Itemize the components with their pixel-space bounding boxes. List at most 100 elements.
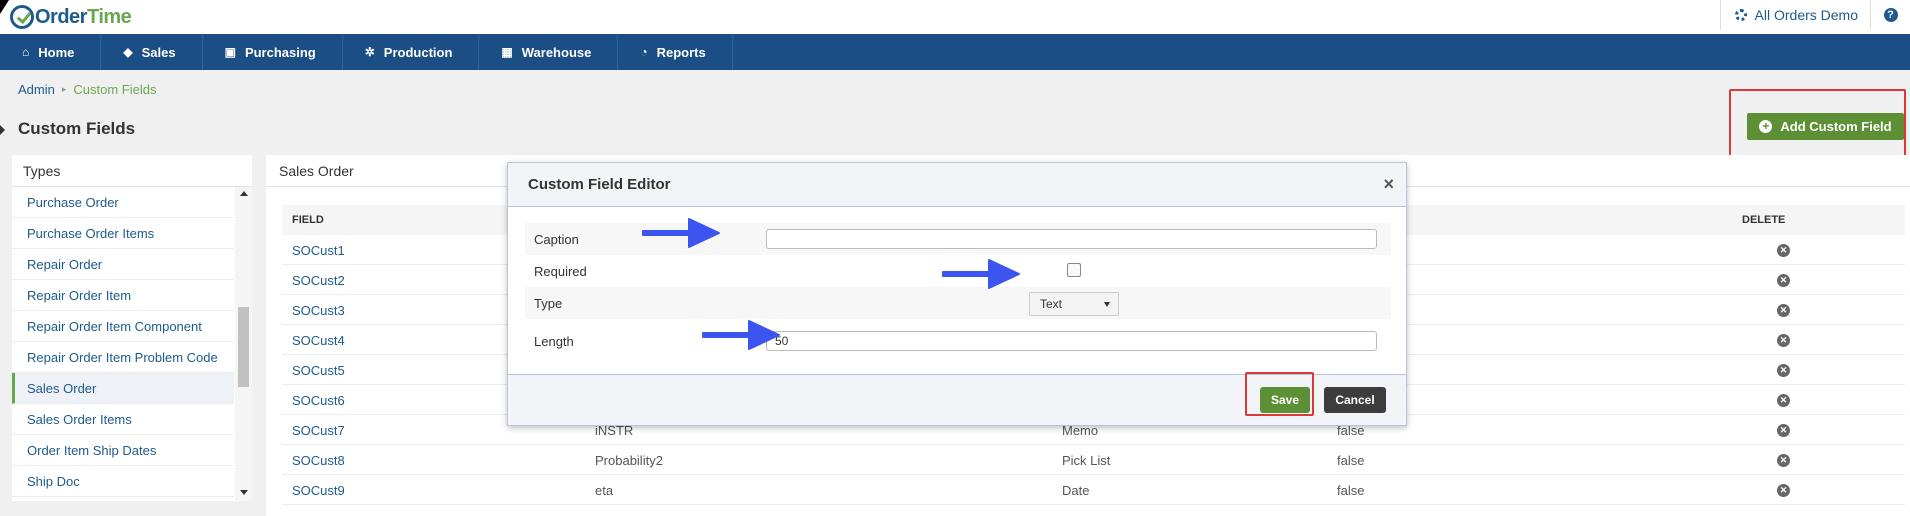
- gear-icon: [1734, 9, 1747, 21]
- custom-field-editor-modal: Custom Field Editor × Caption Required T…: [507, 162, 1407, 426]
- types-panel: Types Purchase Order Purchase Order Item…: [12, 155, 252, 501]
- cart-icon: ▣: [224, 45, 236, 59]
- top-bar: Order Time All Orders Demo ?: [0, 0, 1910, 34]
- field-link[interactable]: SOCust3: [292, 295, 345, 325]
- type-cell: Date: [1062, 482, 1090, 498]
- field-link[interactable]: SOCust1: [292, 235, 345, 265]
- length-input[interactable]: [766, 331, 1377, 351]
- gears-icon: ✲: [364, 45, 375, 59]
- field-link[interactable]: SOCust8: [292, 445, 345, 475]
- delete-row-button[interactable]: ✕: [1777, 235, 1790, 265]
- pie-chart-icon: ◔: [640, 45, 648, 59]
- type-item[interactable]: Purchase Order: [12, 187, 234, 218]
- cancel-button[interactable]: Cancel: [1324, 387, 1386, 413]
- delete-row-button[interactable]: ✕: [1777, 325, 1790, 355]
- nav-production[interactable]: ✲ Production: [343, 34, 480, 70]
- field-link[interactable]: SOCust4: [292, 325, 345, 355]
- help-button[interactable]: ?: [1870, 0, 1910, 30]
- breadcrumb-separator-icon: ▸: [61, 84, 67, 94]
- type-item[interactable]: Repair Order Item Component: [12, 311, 234, 342]
- ordertime-logo[interactable]: Order Time: [10, 3, 132, 31]
- caption-input[interactable]: [766, 229, 1377, 249]
- type-item-selected[interactable]: Sales Order: [12, 373, 234, 404]
- delete-row-button[interactable]: ✕: [1777, 385, 1790, 415]
- caption-cell: eta: [595, 482, 614, 498]
- save-button[interactable]: Save: [1260, 387, 1310, 413]
- type-item[interactable]: Ship Doc: [12, 466, 234, 497]
- nav-sales[interactable]: ◆ Sales: [101, 34, 203, 70]
- close-icon[interactable]: ×: [1383, 175, 1394, 193]
- breadcrumb-current: Custom Fields: [73, 82, 157, 97]
- nav-purchasing[interactable]: ▣ Purchasing: [203, 34, 343, 70]
- required-checkbox[interactable]: [1067, 263, 1081, 277]
- company-menu[interactable]: All Orders Demo: [1719, 0, 1858, 30]
- type-label: Type: [534, 295, 563, 311]
- delete-icon: ✕: [1777, 243, 1790, 257]
- home-icon: ⌂: [22, 45, 30, 59]
- breadcrumb: Admin ▸ Custom Fields: [18, 82, 156, 97]
- nav-warehouse[interactable]: ▦ Warehouse: [479, 34, 619, 70]
- column-delete: DELETE: [1742, 214, 1786, 226]
- type-row: Type Text: [525, 287, 1391, 319]
- type-item[interactable]: Purchase Order Items: [12, 218, 234, 249]
- tag-icon: ◆: [123, 45, 133, 59]
- annotation-arrow-icon: [942, 259, 1020, 289]
- type-item[interactable]: Repair Order Item Problem Code: [12, 342, 234, 373]
- scroll-thumb[interactable]: [238, 307, 249, 387]
- logo-check-icon: [10, 5, 34, 29]
- field-link[interactable]: SOCust7: [292, 415, 345, 445]
- type-item[interactable]: Sales Order Items: [12, 404, 234, 435]
- modal-footer: Save Cancel: [508, 374, 1406, 425]
- delete-icon: ✕: [1777, 363, 1790, 377]
- types-list: Purchase Order Purchase Order Items Repa…: [12, 187, 234, 501]
- chevron-down-icon: [1104, 302, 1110, 307]
- page-title: Custom Fields: [18, 119, 136, 138]
- main-nav: ⌂ Home ◆ Sales ▣ Purchasing ✲ Production ▦ Wa…: [0, 34, 1910, 70]
- types-scrollbar[interactable]: [235, 187, 252, 501]
- field-link[interactable]: SOCust6: [292, 385, 345, 415]
- delete-row-button[interactable]: ✕: [1777, 415, 1790, 445]
- delete-icon: ✕: [1777, 423, 1790, 437]
- scroll-up-icon[interactable]: [240, 191, 248, 196]
- company-name: All Orders Demo: [1754, 7, 1858, 23]
- table-row: SOCust9 eta Date false ✕: [282, 475, 1905, 505]
- modal-header: Custom Field Editor ×: [508, 163, 1406, 207]
- types-header: Types: [12, 155, 252, 187]
- required-label: Required: [534, 263, 587, 279]
- modal-title: Custom Field Editor: [528, 176, 671, 193]
- delete-icon: ✕: [1777, 303, 1790, 317]
- type-item[interactable]: Order Item Ship Dates: [12, 435, 234, 466]
- breadcrumb-admin[interactable]: Admin: [18, 82, 55, 97]
- delete-row-button[interactable]: ✕: [1777, 265, 1790, 295]
- sidebar-toggle-icon[interactable]: [0, 125, 5, 135]
- caption-label: Caption: [534, 231, 579, 247]
- help-icon: ?: [1883, 8, 1898, 22]
- delete-row-button[interactable]: ✕: [1777, 355, 1790, 385]
- delete-row-button[interactable]: ✕: [1777, 295, 1790, 325]
- field-link[interactable]: SOCust9: [292, 475, 345, 505]
- delete-icon: ✕: [1777, 483, 1790, 497]
- length-row: Length: [525, 325, 1391, 357]
- length-label: Length: [534, 333, 574, 349]
- scroll-down-icon[interactable]: [240, 490, 248, 495]
- type-select[interactable]: Text: [1029, 292, 1119, 316]
- annotation-arrow-icon: [642, 218, 720, 248]
- nav-home[interactable]: ⌂ Home: [0, 34, 102, 70]
- add-custom-field-button[interactable]: + Add Custom Field: [1747, 113, 1904, 140]
- required-cell: false: [1337, 452, 1365, 468]
- delete-row-button[interactable]: ✕: [1777, 475, 1790, 505]
- delete-row-button[interactable]: ✕: [1777, 445, 1790, 475]
- required-cell: false: [1337, 482, 1365, 498]
- field-link[interactable]: SOCust5: [292, 355, 345, 385]
- nav-reports[interactable]: ◔ Reports: [618, 34, 733, 70]
- type-item[interactable]: Repair Order Item: [12, 280, 234, 311]
- plus-circle-icon: +: [1759, 120, 1773, 133]
- mouse-cursor-icon: [0, 0, 9, 14]
- type-item[interactable]: Repair Order: [12, 249, 234, 280]
- delete-icon: ✕: [1777, 333, 1790, 347]
- annotation-arrow-icon: [702, 320, 780, 350]
- box-icon: ▦: [501, 45, 513, 59]
- field-link[interactable]: SOCust2: [292, 265, 345, 295]
- delete-icon: ✕: [1777, 453, 1790, 467]
- column-field[interactable]: FIELD: [292, 205, 324, 235]
